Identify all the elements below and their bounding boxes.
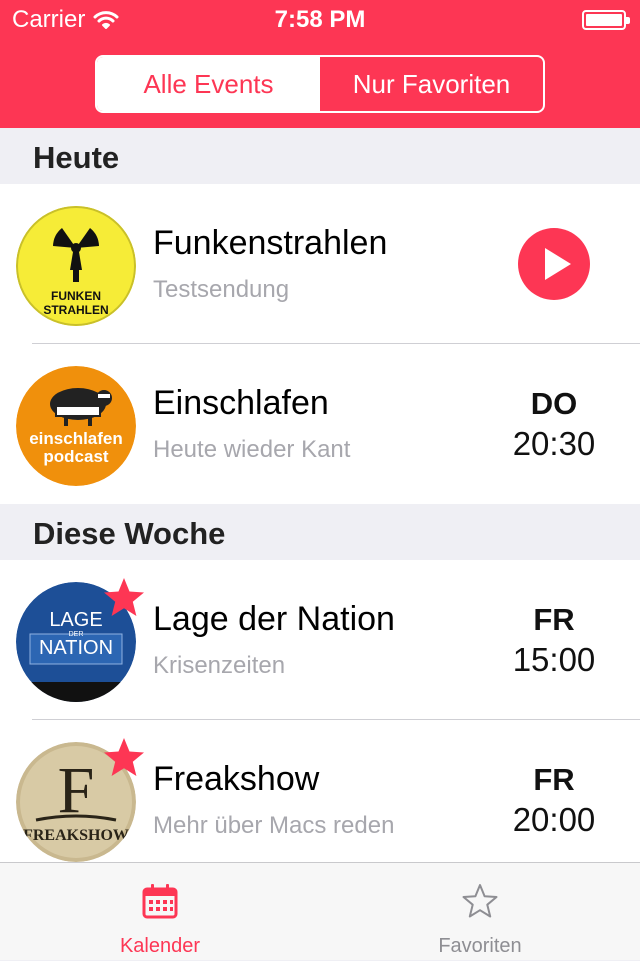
event-day: FR (533, 602, 575, 637)
calendar-icon (142, 884, 178, 919)
event-subtitle: Krisenzeiten (153, 652, 286, 679)
play-icon (545, 248, 571, 280)
event-title: Lage der Nation (153, 600, 395, 638)
event-schedule: DO 20:30 (494, 386, 614, 466)
event-title: Freakshow (153, 760, 320, 798)
event-subtitle: Mehr über Macs reden (153, 812, 395, 839)
funkenstrahlen-logo: FUNKEN STRAHLEN (16, 206, 136, 326)
event-subtitle: Heute wieder Kant (153, 436, 351, 463)
event-day: DO (530, 386, 578, 421)
logo-text: NATION (39, 637, 113, 659)
segment-favorites-only[interactable]: Nur Favoriten (320, 57, 543, 111)
clock: 7:58 PM (274, 6, 366, 33)
event-schedule: FR 15:00 (494, 602, 614, 682)
event-title: Funkenstrahlen (153, 224, 388, 262)
favorite-star-icon (104, 578, 144, 616)
einschlafen-logo: einschlafen podcast (16, 366, 136, 486)
event-time: 20:00 (512, 801, 596, 838)
event-title: Einschlafen (153, 384, 329, 422)
tab-label: Kalender (119, 935, 201, 957)
tab-kalender[interactable]: Kalender (0, 863, 320, 961)
event-row-einschlafen[interactable]: einschlafen podcast Einschlafen Heute wi… (0, 344, 640, 504)
event-time: 20:30 (512, 425, 596, 462)
logo-text: STRAHLEN (43, 303, 108, 317)
play-button[interactable] (518, 228, 590, 300)
tab-bar: Kalender Favoriten (0, 862, 640, 960)
event-row-lage-der-nation[interactable]: LAGE DER NATION Lage der Nation Krisenze… (0, 560, 640, 720)
logo-text: LAGE (49, 609, 102, 631)
section-title: Diese Woche (33, 516, 226, 551)
status-bar: Carrier 7:58 PM (0, 0, 640, 40)
tab-label: Favoriten (438, 935, 522, 957)
section-header-this-week: Diese Woche (0, 504, 640, 560)
section-header-today: Heute (0, 128, 640, 184)
event-day: FR (533, 762, 575, 797)
event-subtitle: Testsendung (153, 276, 290, 303)
logo-text: einschlafen (29, 429, 123, 448)
segment-all-events[interactable]: Alle Events (97, 57, 320, 111)
event-row-freakshow[interactable]: F FREAKSHOW Freakshow Mehr über Macs red… (0, 720, 640, 862)
navigation-header: Carrier 7:58 PM Alle Events Nur Favorite… (0, 0, 640, 128)
favorite-star-icon (104, 738, 144, 776)
event-schedule: FR 20:00 (494, 762, 614, 842)
event-time: 15:00 (512, 641, 596, 678)
filter-segmented-control: Alle Events Nur Favoriten (95, 55, 545, 113)
logo-text: FUNKEN (51, 289, 101, 303)
battery-icon (582, 10, 630, 30)
tab-favoriten[interactable]: Favoriten (320, 863, 640, 961)
section-title: Heute (33, 140, 120, 175)
star-outline-icon (462, 884, 498, 918)
logo-text: podcast (43, 447, 109, 466)
logo-text: FREAKSHOW (23, 827, 129, 844)
